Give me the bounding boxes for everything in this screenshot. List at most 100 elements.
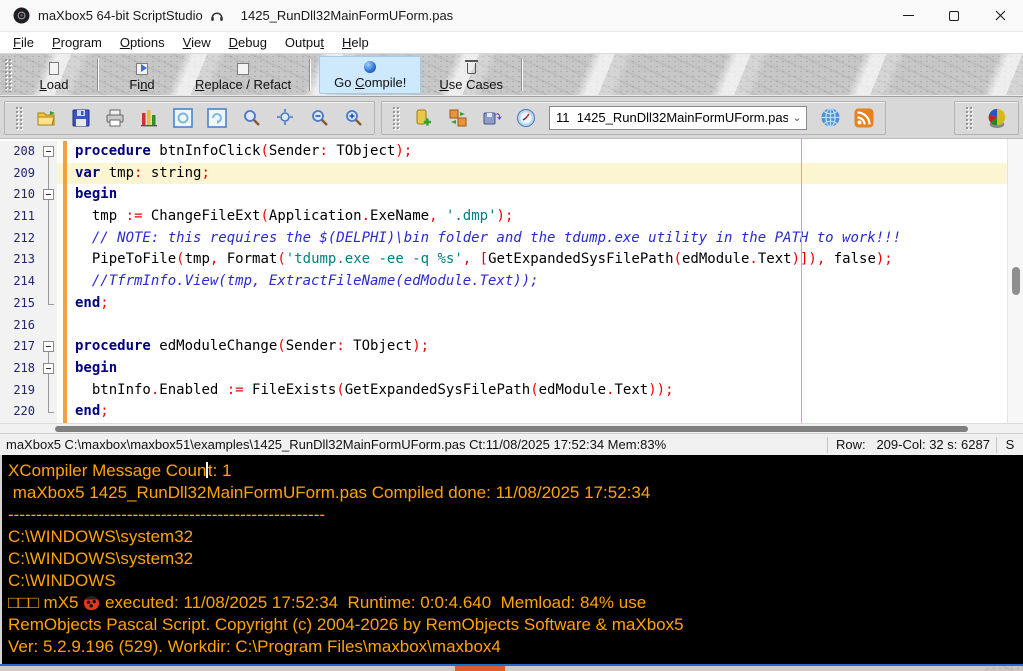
- compile-sphere-icon: [364, 60, 377, 73]
- line-number[interactable]: 218: [0, 357, 40, 380]
- toolbar-grip[interactable]: [15, 105, 24, 130]
- line-number[interactable]: 220: [0, 401, 40, 423]
- code-line-text[interactable]: // NOTE: this requires the $(DELPHI)\bin…: [57, 227, 1007, 250]
- code-line: 218 begin: [0, 357, 1007, 380]
- console-hscroll-thumb[interactable]: [455, 666, 505, 671]
- web-globe-icon[interactable]: [819, 107, 841, 129]
- minimize-icon: [902, 15, 914, 16]
- line-number[interactable]: 211: [0, 206, 40, 228]
- load-page-label: Load: [39, 77, 69, 92]
- line-number[interactable]: 214: [0, 271, 40, 293]
- console-line: ----------------------------------------…: [8, 505, 326, 524]
- toolbar-grip[interactable]: [4, 58, 13, 92]
- fold-marker[interactable]: [40, 357, 57, 380]
- maximize-button[interactable]: [931, 0, 977, 31]
- fold-marker[interactable]: [40, 401, 57, 423]
- line-number[interactable]: 217: [0, 336, 40, 358]
- line-number[interactable]: 219: [0, 379, 40, 402]
- save-icon[interactable]: [70, 107, 92, 129]
- line-number[interactable]: 216: [0, 314, 40, 337]
- fold-box[interactable]: [43, 341, 54, 353]
- fold-marker[interactable]: [40, 184, 57, 207]
- code-line-text[interactable]: //TfrmInfo.View(tmp, ExtractFileName(edM…: [57, 271, 1007, 293]
- ladybug-icon: [84, 596, 100, 610]
- zoom-fit-icon[interactable]: [274, 107, 296, 129]
- fold-marker[interactable]: [40, 336, 57, 358]
- file-selector-combo[interactable]: 11 1425_RunDll32MainFormUForm.pas ⌄: [549, 105, 807, 130]
- fold-box[interactable]: [43, 146, 54, 157]
- load-button[interactable]: Load: [15, 54, 93, 96]
- line-number[interactable]: 208: [0, 141, 40, 163]
- go-compile-button[interactable]: Go Compile!: [319, 56, 422, 94]
- search-icon[interactable]: [240, 107, 262, 129]
- fold-box[interactable]: [43, 189, 54, 201]
- code-line-text[interactable]: begin: [57, 184, 1007, 207]
- code-line-text[interactable]: btnInfo.Enabled := FileExists(GetExpande…: [57, 379, 1007, 402]
- console-line: RemObjects Pascal Script. Copyright (c) …: [8, 615, 684, 634]
- reset-window-icon[interactable]: [172, 107, 194, 129]
- line-number[interactable]: 209: [0, 162, 40, 185]
- resize-grip[interactable]: [985, 666, 1023, 671]
- code-line-text[interactable]: end;: [57, 292, 1007, 315]
- output-console[interactable]: XCompiler Message Count: 1 maXbox5 1425_…: [0, 455, 1023, 664]
- menu-file[interactable]: File: [4, 33, 43, 53]
- window-title-app: maXbox5 64-bit ScriptStudio: [38, 8, 203, 23]
- toolbar-grip[interactable]: [392, 105, 401, 130]
- zoom-out-icon[interactable]: [308, 107, 330, 129]
- code-line-text[interactable]: PipeToFile(tmp, Format('tdump.exe -ee -q…: [57, 249, 1007, 272]
- editor-vscroll-thumb[interactable]: [1012, 267, 1020, 295]
- fold-marker: [40, 379, 57, 402]
- menu-output[interactable]: Output: [276, 33, 333, 53]
- minimize-button[interactable]: [885, 0, 931, 31]
- code-line: 209 var tmp: string;: [0, 162, 1007, 185]
- code-editor[interactable]: 208 procedure btnInfoClick(Sender: TObjec…: [0, 139, 1023, 423]
- history-clock-icon[interactable]: [515, 107, 537, 129]
- code-line-text[interactable]: end;: [57, 401, 1007, 423]
- window-title: maXbox5 64-bit ScriptStudio 1425_RunDll3…: [38, 8, 453, 23]
- add-unit-icon[interactable]: [413, 107, 435, 129]
- code-line-text[interactable]: procedure btnInfoClick(Sender: TObject);: [57, 141, 1007, 163]
- menu-debug[interactable]: Debug: [220, 33, 276, 53]
- chart-icon[interactable]: [138, 107, 160, 129]
- menu-help[interactable]: Help: [333, 33, 378, 53]
- code-line-text[interactable]: tmp := ChangeFileExt(Application.ExeName…: [57, 206, 1007, 228]
- fold-marker[interactable]: [40, 141, 57, 163]
- menu-options[interactable]: Options: [111, 33, 174, 53]
- replace-refact-button[interactable]: Replace / Refact: [181, 54, 305, 96]
- menu-bar: File Program Options View Debug Output Help: [0, 32, 1023, 54]
- find-button[interactable]: Find: [103, 54, 181, 96]
- zoom-in-icon[interactable]: [342, 107, 364, 129]
- open-file-icon[interactable]: [36, 107, 58, 129]
- line-number[interactable]: 213: [0, 249, 40, 272]
- rss-feed-icon[interactable]: [853, 107, 875, 129]
- toolbar-grip[interactable]: [965, 105, 974, 130]
- app-window: maXbox5 64-bit ScriptStudio 1425_RunDll3…: [0, 0, 1023, 671]
- menu-program[interactable]: Program: [43, 33, 111, 53]
- fold-box[interactable]: [43, 362, 54, 374]
- line-number[interactable]: 215: [0, 292, 40, 315]
- line-number[interactable]: 210: [0, 184, 40, 207]
- find-icon: [136, 62, 148, 75]
- sync-units-icon[interactable]: [447, 107, 469, 129]
- close-button[interactable]: [977, 0, 1023, 31]
- editor-vscrollbar[interactable]: [1007, 139, 1023, 423]
- save-run-icon[interactable]: [481, 107, 503, 129]
- replace-label: Replace / Refact: [195, 77, 292, 92]
- redo-window-icon[interactable]: [206, 107, 228, 129]
- title-bar: maXbox5 64-bit ScriptStudio 1425_RunDll3…: [0, 0, 1023, 32]
- fold-marker: [40, 206, 57, 228]
- use-cases-button[interactable]: Use Cases: [425, 54, 517, 96]
- code-line: 220 end;: [0, 401, 1007, 423]
- code-line-text[interactable]: [57, 314, 1007, 337]
- code-line-text[interactable]: procedure edModuleChange(Sender: TObject…: [57, 336, 1007, 358]
- print-icon[interactable]: [104, 107, 126, 129]
- color-ball-icon[interactable]: [986, 107, 1008, 129]
- fold-marker[interactable]: [40, 292, 57, 315]
- menu-view[interactable]: View: [174, 33, 220, 53]
- line-number[interactable]: 212: [0, 227, 40, 250]
- code-line-text[interactable]: var tmp: string;: [57, 162, 1007, 185]
- editor-hscroll-thumb[interactable]: [55, 426, 968, 432]
- load-page-icon: [49, 62, 59, 75]
- code-line-text[interactable]: begin: [57, 357, 1007, 380]
- editor-hscrollbar[interactable]: [0, 423, 1023, 433]
